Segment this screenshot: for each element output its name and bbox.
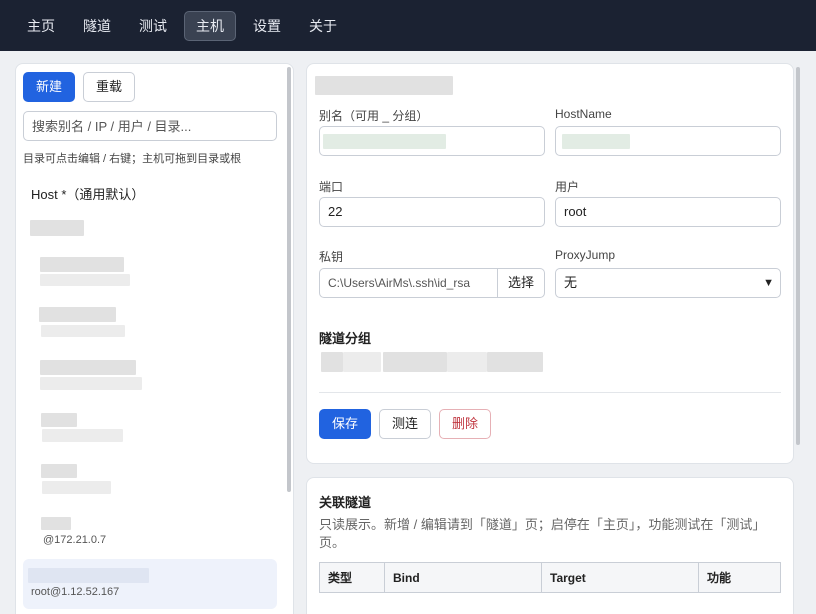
folder-redacted[interactable] (30, 220, 84, 236)
test-connection-button[interactable]: 测连 (379, 409, 432, 439)
host-item-redacted[interactable] (41, 517, 71, 530)
reload-button[interactable]: 重载 (83, 72, 136, 102)
host-item-redacted-sub (42, 481, 111, 494)
related-tunnels-title: 关联隧道 (319, 495, 372, 510)
host-list-panel: 新建 重载 目录可点击编辑 / 右键；主机可拖到目录或根 Host *（通用默认… (15, 63, 294, 614)
col-type: 类型 (319, 562, 385, 593)
related-tunnels-card: 关联隧道 只读展示。新增 / 编辑请到「隧道」页；启停在「主页」，功能测试在「测… (306, 477, 794, 614)
alias-value-redacted (323, 134, 446, 149)
port-label: 端口 (319, 180, 344, 194)
user-input[interactable]: root (555, 197, 781, 227)
tunnel-group-redacted (383, 352, 447, 372)
tab-test[interactable]: 测试 (128, 11, 178, 41)
port-input[interactable]: 22 (319, 197, 545, 227)
col-actions: 功能 (698, 562, 781, 593)
choose-key-button[interactable]: 选择 (497, 268, 545, 298)
main-scrollbar[interactable] (796, 67, 800, 445)
save-button[interactable]: 保存 (319, 409, 372, 439)
host-list-scrollbar[interactable] (287, 67, 291, 492)
list-hint: 目录可点击编辑 / 右键；主机可拖到目录或根 (23, 153, 242, 165)
form-divider (319, 392, 781, 393)
host-item-selected[interactable] (23, 559, 277, 609)
col-bind: Bind (384, 562, 542, 593)
alias-input[interactable] (319, 126, 545, 156)
hostname-label: HostName (555, 107, 612, 121)
proxyjump-value: 无 (564, 275, 578, 290)
tunnel-group-title: 隧道分组 (319, 331, 372, 346)
host-item-redacted[interactable] (41, 413, 77, 427)
host-default-item[interactable]: Host *（通用默认） (31, 184, 278, 203)
tab-about[interactable]: 关于 (298, 11, 348, 41)
proxyjump-label: ProxyJump (555, 248, 616, 262)
tunnel-group-redacted (487, 352, 543, 372)
chevron-down-icon: ▼ (763, 277, 774, 289)
user-label: 用户 (555, 180, 580, 194)
private-key-label: 私钥 (319, 250, 344, 264)
host-item-redacted-sub (41, 325, 125, 337)
tab-hosts[interactable]: 主机 (184, 10, 236, 41)
hostname-input[interactable] (555, 126, 781, 156)
tunnel-group-redacted (321, 352, 343, 372)
host-item-redacted-sub (40, 274, 130, 286)
host-title-redacted (315, 76, 453, 95)
col-target: Target (541, 562, 699, 593)
top-nav: 主页 隧道 测试 主机 设置 关于 (0, 0, 816, 51)
host-item-redacted[interactable] (41, 464, 77, 478)
new-host-button[interactable]: 新建 (23, 72, 76, 102)
host-item-address: @172.21.0.7 (43, 534, 107, 546)
host-item-redacted[interactable] (40, 360, 136, 375)
host-item-redacted-sub (42, 429, 123, 442)
private-key-input[interactable]: C:\Users\AirMs\.ssh\id_rsa (319, 268, 499, 298)
host-item-selected-name (28, 568, 149, 583)
delete-button[interactable]: 删除 (439, 409, 492, 439)
host-item-redacted[interactable] (40, 257, 124, 272)
host-item-selected-address: root@1.12.52.167 (31, 586, 120, 598)
proxyjump-select[interactable]: 无 ▼ (555, 268, 781, 298)
related-tunnels-table: 类型 Bind Target 功能 (319, 562, 781, 593)
related-tunnels-desc: 只读展示。新增 / 编辑请到「隧道」页；启停在「主页」，功能测试在「测试」页。 (319, 517, 766, 550)
tab-home[interactable]: 主页 (16, 11, 66, 41)
hostname-value-redacted (562, 134, 630, 149)
host-search-input[interactable] (23, 111, 277, 141)
tunnel-group-redacted (343, 352, 381, 372)
tab-settings[interactable]: 设置 (242, 11, 292, 41)
alias-label: 别名（可用 _ 分组） (319, 109, 429, 123)
host-item-redacted[interactable] (39, 307, 116, 322)
tunnel-group-redacted (447, 352, 487, 372)
tab-tunnels[interactable]: 隧道 (72, 11, 122, 41)
host-editor-card: 别名（可用 _ 分组） HostName 端口 22 用户 root 私钥 C:… (306, 63, 794, 464)
host-item-redacted-sub (40, 377, 142, 390)
